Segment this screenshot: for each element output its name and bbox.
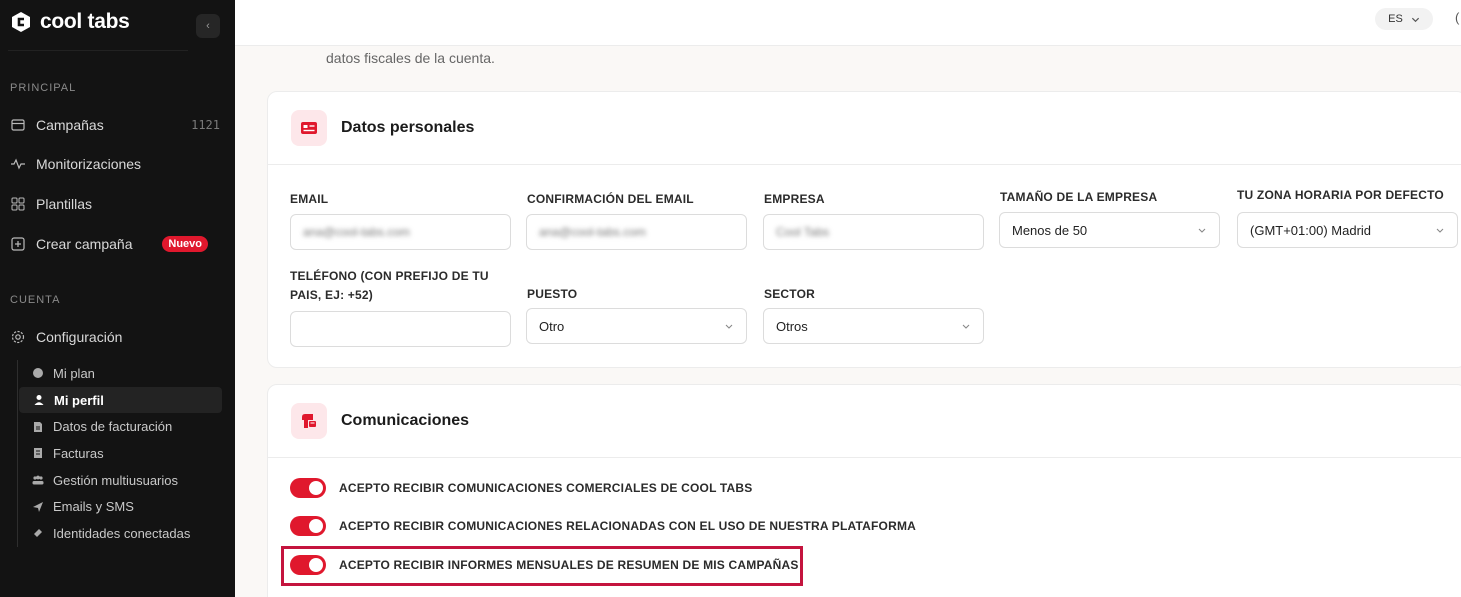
subnav-item-label: Identidades conectadas — [53, 525, 191, 541]
sector-value: Otros — [776, 318, 808, 334]
subnav-item-emails-sms[interactable]: Emails y SMS — [18, 493, 227, 520]
settings-subnav: Mi plan Mi perfil Datos de facturación F… — [17, 360, 227, 547]
phone-label-line2: PAIS, EJ: +52) — [290, 288, 373, 302]
toggle-label: ACEPTO RECIBIR COMUNICACIONES COMERCIALE… — [339, 481, 753, 495]
toggle-knob — [309, 481, 323, 495]
card-header: Comunicaciones — [268, 385, 1461, 458]
activity-icon — [11, 158, 25, 170]
sidebar-item-label: Crear campaña — [36, 236, 133, 252]
sidebar-item-plantillas[interactable]: Plantillas — [10, 192, 220, 216]
email-confirm-value: ana@cool-tabs.com — [539, 225, 646, 239]
link-icon — [34, 529, 42, 538]
subnav-item-label: Emails y SMS — [53, 499, 134, 515]
subnav-item-label: Datos de facturación — [53, 419, 173, 435]
toggle-row-comerciales: ACEPTO RECIBIR COMUNICACIONES COMERCIALE… — [290, 478, 753, 498]
plan-icon — [33, 368, 43, 379]
sidebar: cool tabs ‹ PRINCIPAL Campañas 1121 Moni… — [0, 0, 235, 597]
toggle-label: ACEPTO RECIBIR COMUNICACIONES RELACIONAD… — [339, 519, 917, 533]
position-value: Otro — [539, 318, 565, 334]
chevron-down-icon — [1411, 17, 1419, 22]
card-header: Datos personales — [268, 92, 1461, 165]
card-title: Datos personales — [341, 119, 475, 136]
intro-text: datos fiscales de la cuenta. — [326, 50, 495, 66]
grid-icon — [11, 197, 25, 211]
topbar — [235, 0, 1461, 46]
user-menu-icon[interactable]: ( — [1455, 10, 1459, 25]
card-title: Comunicaciones — [341, 412, 470, 429]
chevron-down-icon — [725, 324, 733, 329]
sector-label: SECTOR — [764, 287, 815, 301]
section-label-cuenta: CUENTA — [10, 294, 61, 306]
send-icon — [33, 501, 43, 512]
timezone-select[interactable]: (GMT+01:00) Madrid — [1237, 212, 1458, 248]
sidebar-item-crear-campana[interactable]: Crear campaña Nuevo — [10, 232, 220, 256]
users-icon — [32, 475, 44, 485]
plus-square-icon — [11, 237, 25, 251]
sidebar-item-label: Campañas — [36, 117, 104, 133]
phone-label-line1: TELÉFONO (CON PREFIJO DE TU — [290, 269, 489, 283]
user-icon — [34, 395, 44, 406]
email-label: EMAIL — [290, 192, 329, 206]
company-label: EMPRESA — [764, 192, 825, 206]
position-select[interactable]: Otro — [526, 308, 747, 344]
phone-field[interactable] — [290, 311, 511, 347]
sidebar-item-configuracion[interactable]: Configuración — [10, 325, 220, 349]
chevron-down-icon — [1436, 228, 1444, 233]
sidebar-item-label: Plantillas — [36, 196, 93, 212]
document-icon — [34, 421, 42, 432]
company-size-label: TAMAÑO DE LA EMPRESA — [1000, 190, 1158, 204]
mailbox-icon — [291, 403, 327, 439]
toggle-knob — [309, 519, 323, 533]
brand-name: cool tabs — [40, 10, 130, 33]
company-field[interactable]: Cool Tabs — [763, 214, 984, 250]
subnav-item-mi-perfil[interactable]: Mi perfil — [19, 386, 222, 414]
language-label: ES — [1388, 13, 1403, 25]
sidebar-item-monitorizaciones[interactable]: Monitorizaciones — [10, 152, 220, 176]
subnav-item-gestion-multiusuarios[interactable]: Gestión multiusuarios — [18, 467, 227, 494]
subnav-item-mi-plan[interactable]: Mi plan — [18, 360, 227, 387]
timezone-label: TU ZONA HORARIA POR DEFECTO — [1237, 188, 1444, 202]
subnav-item-label: Mi plan — [53, 365, 95, 381]
email-field[interactable]: ana@cool-tabs.com — [290, 214, 511, 250]
sidebar-item-campanas[interactable]: Campañas 1121 — [10, 113, 220, 137]
chevron-down-icon — [962, 324, 970, 329]
email-value: ana@cool-tabs.com — [303, 225, 410, 239]
sidebar-item-label: Configuración — [36, 329, 123, 345]
phone-label: TELÉFONO (CON PREFIJO DE TU PAIS, EJ: +5… — [290, 267, 489, 305]
chevron-down-icon — [1198, 228, 1206, 233]
chevron-left-icon: ‹ — [206, 20, 210, 32]
platform-toggle[interactable] — [290, 516, 326, 536]
brand-logo[interactable]: cool tabs — [10, 10, 130, 34]
subnav-item-datos-facturacion[interactable]: Datos de facturación — [18, 413, 227, 440]
gear-icon — [11, 330, 25, 344]
section-label-principal: PRINCIPAL — [10, 82, 77, 94]
company-value: Cool Tabs — [776, 225, 830, 239]
subnav-item-label: Gestión multiusuarios — [53, 472, 178, 488]
divider — [8, 50, 188, 51]
cool-tabs-logo-icon — [12, 12, 30, 32]
email-confirm-label: CONFIRMACIÓN DEL EMAIL — [527, 192, 694, 206]
highlight-box — [281, 546, 803, 586]
id-card-icon — [291, 110, 327, 146]
position-label: PUESTO — [527, 287, 578, 301]
commercial-toggle[interactable] — [290, 478, 326, 498]
subnav-item-label: Facturas — [53, 445, 104, 461]
company-size-value: Menos de 50 — [1012, 222, 1088, 238]
sector-select[interactable]: Otros — [763, 308, 984, 344]
timezone-value: (GMT+01:00) Madrid — [1250, 222, 1372, 238]
language-selector[interactable]: ES — [1375, 8, 1433, 30]
subnav-item-identidades-conectadas[interactable]: Identidades conectadas — [18, 520, 227, 547]
email-confirm-field[interactable]: ana@cool-tabs.com — [526, 214, 747, 250]
subnav-item-label: Mi perfil — [54, 392, 104, 408]
sidebar-item-label: Monitorizaciones — [36, 156, 142, 172]
company-size-select[interactable]: Menos de 50 — [999, 212, 1220, 248]
new-badge: Nuevo — [162, 236, 208, 252]
toggle-row-plataforma: ACEPTO RECIBIR COMUNICACIONES RELACIONAD… — [290, 516, 916, 536]
subnav-item-facturas[interactable]: Facturas — [18, 440, 227, 467]
invoice-icon — [34, 448, 42, 459]
campaign-count: 1121 — [191, 118, 220, 132]
browser-icon — [11, 119, 25, 131]
collapse-sidebar-button[interactable]: ‹ — [196, 14, 220, 38]
